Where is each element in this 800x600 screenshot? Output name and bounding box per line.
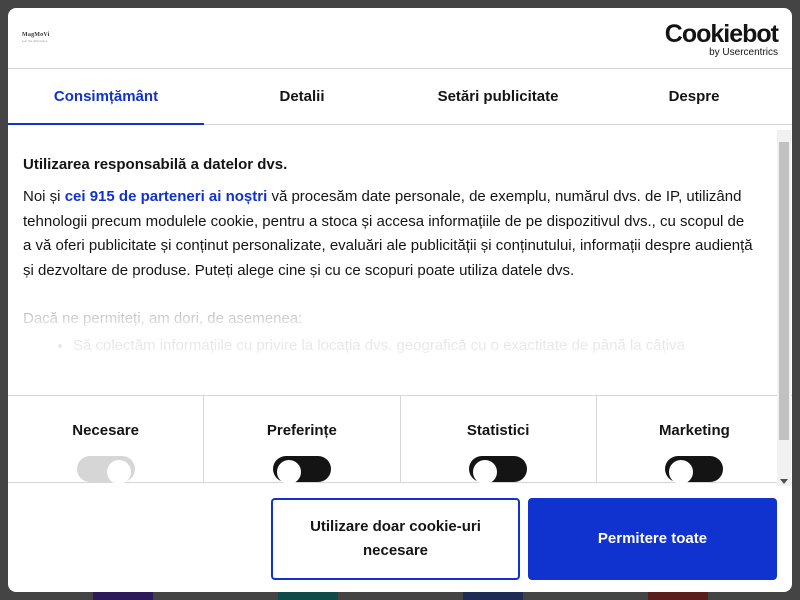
- category-preferences: Preferințe: [204, 396, 401, 484]
- tab-about[interactable]: Despre: [596, 69, 792, 124]
- preferences-toggle[interactable]: [272, 456, 331, 484]
- site-logo: MagMoVi feel the difference: [22, 32, 50, 43]
- consent-bullet-geolocation: Să colectăm informațiile cu privire la l…: [73, 334, 756, 359]
- tab-consent[interactable]: Consimțământ: [8, 69, 204, 125]
- necessary-only-button[interactable]: Utilizare doar cookie-uri necesare: [271, 498, 520, 580]
- dialog-footer: Utilizare doar cookie-uri necesare Permi…: [8, 483, 792, 580]
- consent-intro-before: Noi și: [23, 188, 65, 205]
- category-marketing: Marketing: [597, 396, 792, 484]
- cookie-categories: Necesare Preferințe Statistici Marketing: [8, 395, 792, 484]
- site-logo-tagline: feel the difference: [22, 39, 48, 43]
- cookiebot-logo-name: Cookiebot: [664, 20, 779, 48]
- scroll-down-arrow-icon[interactable]: [780, 479, 788, 484]
- tab-ad-settings[interactable]: Setări publicitate: [400, 69, 596, 124]
- category-necessary-label: Necesare: [72, 422, 139, 439]
- dialog-scrollbar[interactable]: [777, 130, 791, 486]
- toggle-knob: [106, 460, 131, 484]
- tab-bar: Consimțământ Detalii Setări publicitate …: [8, 69, 792, 125]
- category-statistics: Statistici: [401, 396, 597, 484]
- marketing-toggle[interactable]: [665, 456, 724, 484]
- statistics-toggle[interactable]: [469, 456, 528, 484]
- cookiebot-logo-by: by Usercentrics: [709, 47, 778, 58]
- toggle-knob: [473, 460, 498, 484]
- cookiebot-logo[interactable]: Cookiebot by Usercentrics: [664, 20, 779, 59]
- consent-also-text: Dacă ne permiteți, am dori, de asemenea:: [23, 310, 303, 327]
- partners-link[interactable]: cei 915 de parteneri ai noștri: [65, 188, 268, 205]
- category-marketing-label: Marketing: [658, 422, 730, 439]
- consent-text: Utilizarea responsabilă a datelor dvs. N…: [8, 125, 792, 358]
- toggle-knob: [276, 460, 301, 484]
- tab-details[interactable]: Detalii: [204, 69, 400, 124]
- consent-bullet-list: Să colectăm informațiile cu privire la l…: [23, 334, 756, 359]
- category-preferences-label: Preferințe: [266, 422, 337, 439]
- category-statistics-label: Statistici: [466, 422, 530, 439]
- consent-heading: Utilizarea responsabilă a datelor dvs.: [23, 156, 288, 173]
- cookie-consent-dialog: MagMoVi feel the difference Cookiebot by…: [8, 8, 792, 592]
- consent-intro: Noi și cei 915 de parteneri ai noștri vă…: [23, 185, 756, 283]
- category-necessary: Necesare: [8, 396, 205, 484]
- toggle-knob: [669, 460, 694, 484]
- dialog-header: MagMoVi feel the difference Cookiebot by…: [8, 8, 792, 69]
- site-logo-name: MagMoVi: [22, 32, 50, 38]
- dialog-scrollbar-thumb[interactable]: [779, 142, 789, 440]
- consent-panel[interactable]: Utilizarea responsabilă a datelor dvs. N…: [8, 125, 792, 395]
- allow-all-button[interactable]: Permitere toate: [528, 498, 777, 580]
- necessary-toggle: [76, 456, 135, 484]
